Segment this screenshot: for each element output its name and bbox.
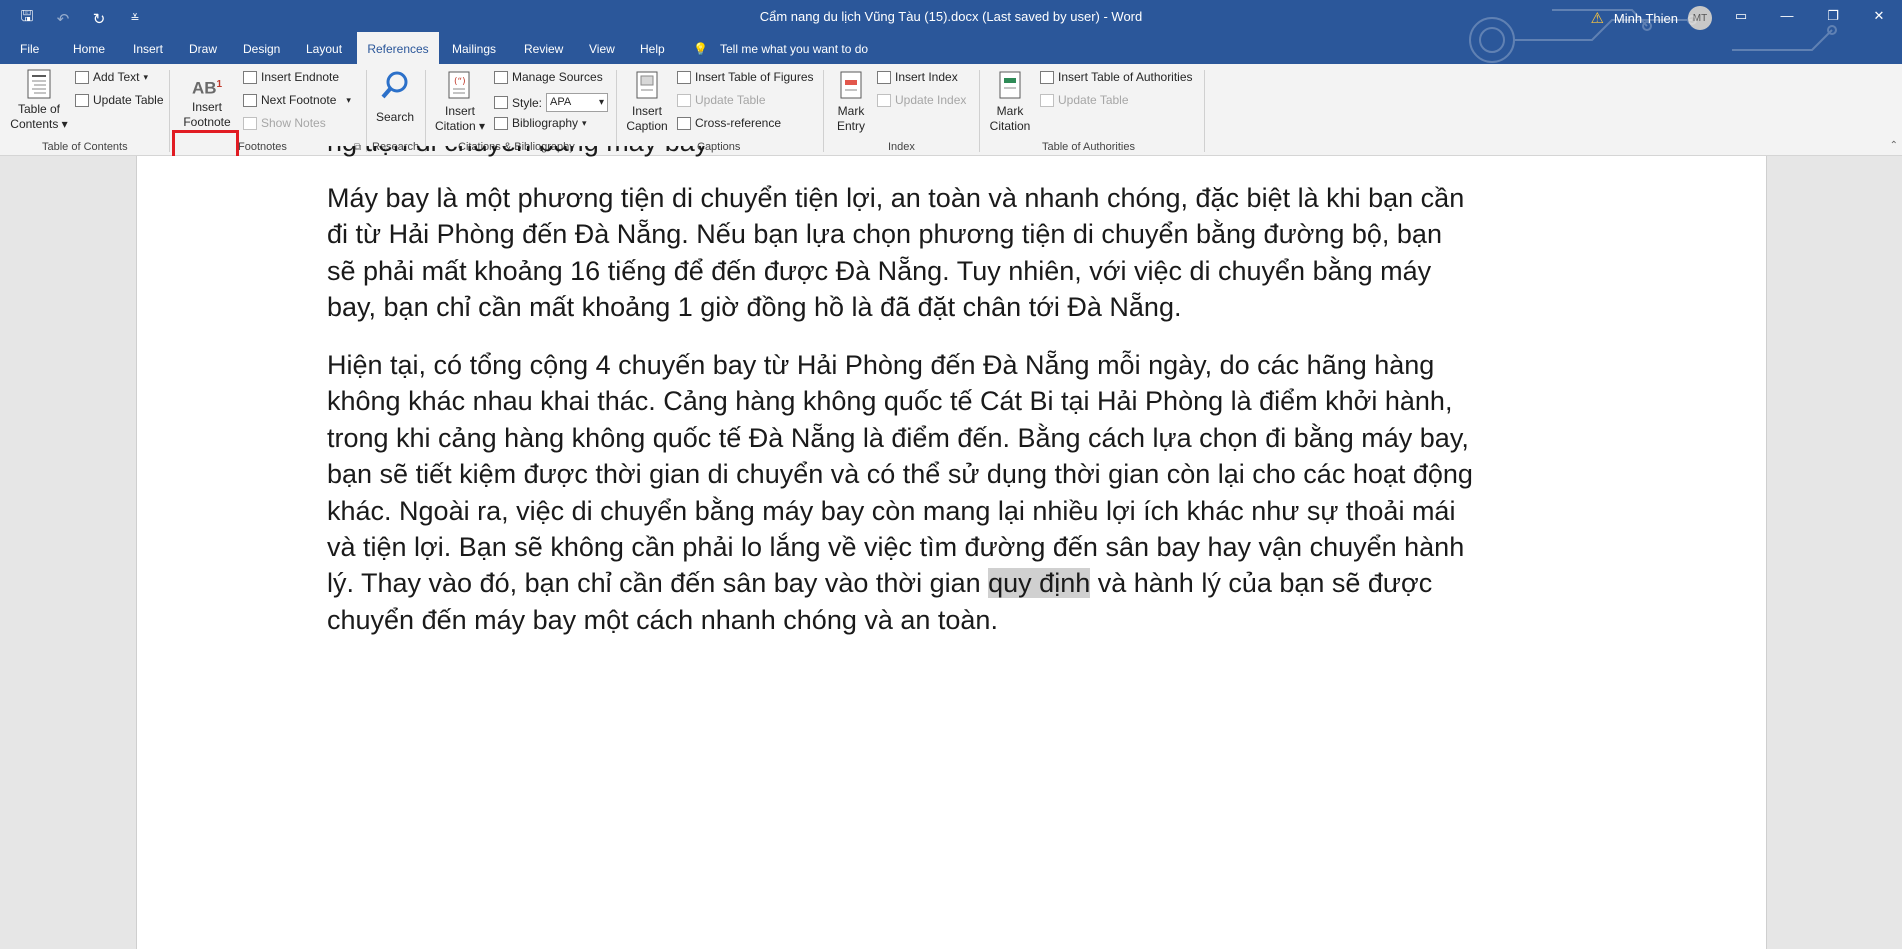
insert-caption-icon [636, 71, 658, 99]
paragraph-line: bạn sẽ tiết kiệm được thời gian di chuyể… [327, 459, 1473, 490]
document-area: ng tiện di chuyển bằng máy bay Máy bay l… [0, 146, 1902, 949]
selected-text[interactable]: quy định [988, 568, 1091, 599]
next-footnote-icon [243, 93, 257, 107]
cross-reference-button[interactable]: Cross-reference [677, 116, 781, 130]
paragraph-line: và tiện lợi. Bạn sẽ không cần phải lo lắ… [327, 532, 1465, 563]
cross-reference-icon [677, 116, 691, 130]
group-label-table-of-authorities: Table of Authorities [1042, 141, 1135, 153]
paragraph-1[interactable]: Máy bay là một phương tiện di chuyển tiệ… [327, 180, 1577, 326]
group-separator [366, 70, 367, 152]
insert-index-icon [877, 70, 891, 84]
group-separator [616, 70, 617, 152]
group-separator [823, 70, 824, 152]
collapse-ribbon-icon[interactable]: ⌃ [1890, 140, 1898, 151]
footnote-icon: AB1 [191, 78, 223, 98]
mark-entry-button[interactable]: Mark Entry [828, 70, 874, 134]
bibliography-icon [494, 116, 508, 130]
group-label-footnotes: Footnotes [238, 141, 287, 153]
style-icon [494, 96, 508, 109]
insert-endnote-icon [243, 70, 257, 84]
table-of-figures-icon [677, 70, 691, 84]
update-table-toc-button[interactable]: Update Table [75, 93, 164, 107]
insert-endnote-button[interactable]: Insert Endnote [243, 70, 339, 84]
tab-layout[interactable]: Layout [306, 32, 342, 64]
update-table-icon [1040, 93, 1054, 107]
insert-footnote-label-1: Insert [191, 100, 222, 114]
paragraph-2[interactable]: Hiện tại, có tổng cộng 4 chuyến bay từ H… [327, 347, 1577, 638]
tab-draw[interactable]: Draw [189, 32, 217, 64]
search-button[interactable]: Search [372, 70, 418, 125]
partial-previous-line: ng tiện di chuyển bằng máy bay [327, 146, 767, 160]
show-notes-button[interactable]: Show Notes [243, 116, 326, 130]
paragraph-line: không khác nhau khai thác. Cảng hàng khô… [327, 386, 1453, 417]
table-of-contents-button[interactable]: Table of Contents ▾ [8, 68, 70, 132]
update-table-icon [677, 93, 691, 107]
add-text-icon [75, 70, 89, 84]
add-text-button[interactable]: Add Text ▾ [75, 70, 148, 84]
paragraph-line: chuyển đến máy bay một cách nhanh chóng … [327, 604, 998, 635]
group-label-index: Index [888, 141, 915, 153]
group-label-table-of-contents: Table of Contents [42, 141, 128, 153]
group-separator [1204, 70, 1205, 152]
search-icon [381, 71, 408, 99]
mark-citation-button[interactable]: Mark Citation [984, 70, 1036, 134]
insert-footnote-button[interactable]: AB1 Insert Footnote [178, 70, 236, 130]
next-footnote-button[interactable]: Next Footnote ▾ [243, 93, 351, 107]
style-selector: Style: APA [494, 93, 609, 112]
svg-text:(“): (“) [454, 77, 466, 87]
tab-review[interactable]: Review [524, 32, 563, 64]
bibliography-button[interactable]: Bibliography ▾ [494, 116, 587, 130]
tab-file[interactable]: File [20, 32, 39, 64]
tab-insert[interactable]: Insert [133, 32, 163, 64]
tell-me-search[interactable]: Tell me what you want to do [720, 32, 868, 64]
paragraph-line: khác. Ngoài ra, việc di chuyển bằng máy … [327, 495, 1456, 526]
document-page[interactable]: ng tiện di chuyển bằng máy bay Máy bay l… [136, 146, 1767, 949]
manage-sources-button[interactable]: Manage Sources [494, 70, 603, 84]
ribbon: Table of Contents ▾ Add Text ▾ Update Tab… [0, 64, 1902, 213]
manage-sources-icon [494, 70, 508, 84]
table-of-authorities-icon [1040, 70, 1054, 84]
insert-citation-icon: (“) [448, 71, 470, 99]
update-index-button[interactable]: Update Index [877, 93, 966, 107]
title-decoration-graphic [1469, 9, 1837, 63]
mark-citation-icon [999, 71, 1021, 99]
update-table-figures-button[interactable]: Update Table [677, 93, 766, 107]
group-separator [979, 70, 980, 152]
paragraph-line: sẽ phải mất khoảng 16 tiếng để đến được … [327, 255, 1432, 286]
table-of-contents-label-1: Table of [17, 102, 61, 116]
paragraph-line: Máy bay là một phương tiện di chuyển tiệ… [327, 183, 1465, 213]
paragraph-line: đi từ Hải Phòng đến Đà Nẵng. Nếu bạn lựa… [327, 219, 1442, 250]
table-of-contents-label-2: Contents ▾ [10, 117, 68, 131]
tab-mailings[interactable]: Mailings [452, 32, 496, 64]
table-of-contents-icon [27, 69, 51, 99]
insert-index-button[interactable]: Insert Index [877, 70, 958, 84]
update-table-icon [75, 93, 89, 107]
insert-caption-button[interactable]: Insert Caption [622, 70, 672, 134]
mark-entry-icon [840, 71, 862, 99]
style-dropdown[interactable]: APA [546, 93, 609, 112]
paragraph-line: trong khi cảng hàng không quốc tế Đà Nẵn… [327, 422, 1469, 453]
insert-citation-button[interactable]: (“) Insert Citation ▾ [432, 70, 488, 134]
insert-table-of-figures-button[interactable]: Insert Table of Figures [677, 70, 814, 84]
lightbulb-icon: 💡 [693, 42, 708, 56]
tab-help[interactable]: Help [640, 32, 665, 64]
tab-design[interactable]: Design [243, 32, 280, 64]
paragraph-line: lý. Thay vào đó, bạn chỉ cần đến sân bay… [327, 568, 1433, 599]
group-separator [425, 70, 426, 152]
paragraph-line: Hiện tại, có tổng cộng 4 chuyến bay từ H… [327, 350, 1435, 380]
tab-view[interactable]: View [589, 32, 615, 64]
show-notes-icon [243, 116, 257, 130]
paragraph-line: bay, bạn chỉ cần mất khoảng 1 giờ đồng h… [327, 292, 1182, 323]
group-separator [169, 70, 170, 152]
tab-references[interactable]: References [357, 32, 439, 64]
tab-home[interactable]: Home [73, 32, 105, 64]
update-table-authorities-button[interactable]: Update Table [1040, 93, 1129, 107]
update-index-icon [877, 93, 891, 107]
insert-footnote-label-2: Footnote [183, 115, 231, 129]
insert-table-of-authorities-button[interactable]: Insert Table of Authorities [1040, 70, 1193, 84]
